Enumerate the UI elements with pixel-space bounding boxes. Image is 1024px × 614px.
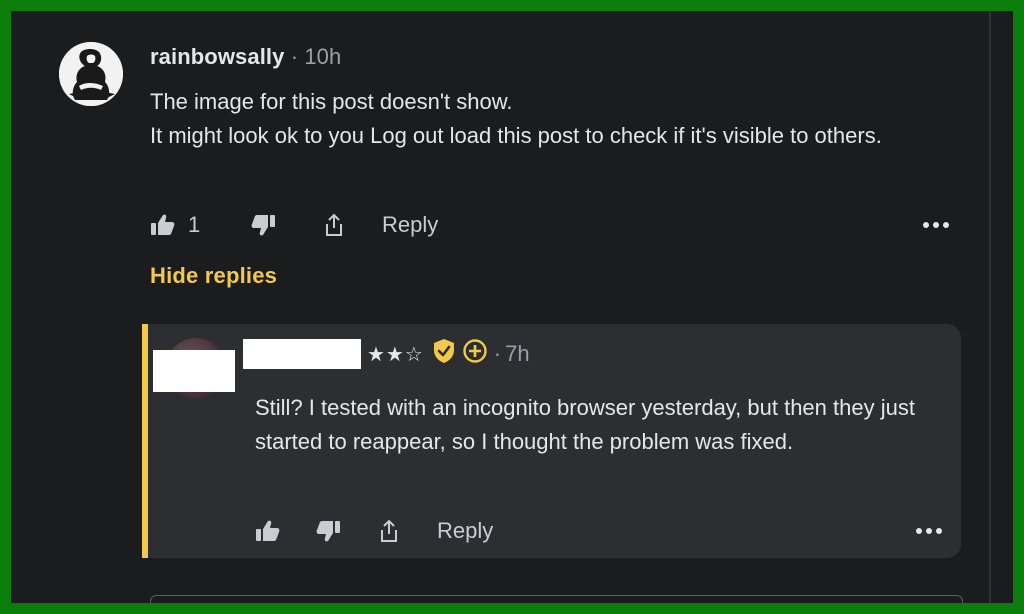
reply-button[interactable]: Reply (382, 207, 438, 243)
reply-button[interactable]: Reply (437, 513, 493, 549)
avatar-image (59, 42, 123, 106)
dislike-button[interactable] (250, 207, 276, 243)
comment-header: rainbowsally · 10h (150, 44, 341, 70)
like-button[interactable]: 1 (150, 207, 200, 243)
dislike-button[interactable] (315, 513, 341, 549)
reply-body: Still? I tested with an incognito browse… (255, 395, 915, 454)
avatar[interactable] (59, 42, 123, 106)
meta-separator: · (290, 44, 299, 69)
reply-comment: ★★☆ · 7h Still? I tested with an incogni… (142, 324, 961, 558)
comment-input[interactable] (150, 595, 963, 603)
rating-stars: ★★☆ (367, 343, 424, 366)
share-icon (326, 213, 342, 236)
thumbs-down-icon (251, 215, 275, 236)
more-button[interactable] (915, 513, 943, 549)
comment-body-line: It might look ok to you Log out load thi… (150, 123, 882, 148)
reply-header: ★★☆ · 7h (243, 339, 530, 369)
reply-accent-bar (142, 324, 148, 558)
like-count: 1 (188, 212, 201, 237)
comment-body: The image for this post doesn't show. It… (150, 85, 960, 153)
comment-body-line: The image for this post doesn't show. (150, 89, 513, 114)
share-button[interactable] (378, 513, 400, 549)
more-icon (923, 222, 949, 228)
verified-shield-icon (432, 338, 456, 370)
more-button[interactable] (922, 207, 950, 243)
like-button[interactable] (255, 513, 281, 549)
reply-time[interactable]: 7h (505, 341, 529, 367)
hide-replies-link[interactable]: Hide replies (150, 263, 277, 289)
reply-action-bar: Reply (255, 513, 955, 549)
thumbs-up-icon (256, 520, 280, 541)
comment-thread-panel: rainbowsally · 10h The image for this po… (11, 11, 1013, 603)
meta-separator: · (493, 341, 502, 366)
more-icon (916, 528, 942, 534)
thumbs-up-icon (151, 214, 175, 235)
comment-author[interactable]: rainbowsally (150, 44, 284, 69)
comment-action-bar: 1 Reply (150, 207, 950, 243)
thumbs-down-icon (316, 521, 340, 542)
redaction-box (153, 350, 235, 392)
scrollbar-track[interactable] (989, 11, 991, 603)
plus-circle-icon (462, 338, 488, 370)
share-icon (381, 519, 397, 542)
share-button[interactable] (323, 207, 345, 243)
comment-time[interactable]: 10h (304, 44, 341, 69)
redacted-username (243, 339, 361, 369)
